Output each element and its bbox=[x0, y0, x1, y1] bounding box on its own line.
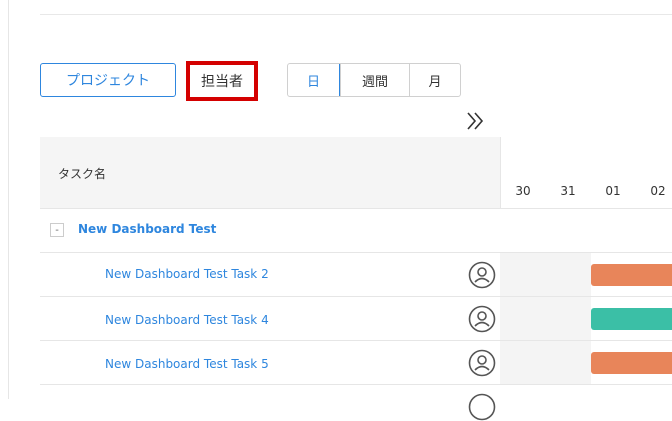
task-name-column-header: タスク名 bbox=[58, 167, 107, 181]
double-chevron-right-icon bbox=[467, 112, 484, 130]
task-grid-header: タスク名 bbox=[40, 137, 500, 208]
user-avatar-icon[interactable] bbox=[468, 305, 496, 333]
task-bar[interactable] bbox=[591, 264, 672, 286]
timeline-day: 30 bbox=[515, 184, 531, 198]
user-avatar-icon[interactable] bbox=[468, 349, 496, 377]
task-name[interactable]: New Dashboard Test Task 2 bbox=[105, 267, 269, 281]
project-button[interactable]: プロジェクト bbox=[40, 63, 176, 97]
view-week-button[interactable]: 週間 bbox=[340, 64, 409, 96]
user-avatar-icon[interactable] bbox=[468, 261, 496, 289]
task-row[interactable]: New Dashboard Test Task 5 bbox=[40, 340, 672, 384]
task-bar[interactable] bbox=[591, 308, 672, 330]
task-group-row[interactable]: - New Dashboard Test bbox=[40, 208, 672, 252]
task-name[interactable]: New Dashboard Test Task 4 bbox=[105, 313, 269, 327]
task-bar[interactable] bbox=[591, 352, 672, 374]
timeline-day: 02 bbox=[650, 184, 666, 198]
top-divider bbox=[40, 14, 672, 15]
weekend-shade bbox=[500, 341, 591, 384]
timeline-day: 01 bbox=[605, 184, 621, 198]
view-day-button[interactable]: 日 bbox=[288, 64, 340, 96]
left-divider bbox=[8, 0, 9, 399]
task-name[interactable]: New Dashboard Test Task 5 bbox=[105, 357, 269, 371]
weekend-shade bbox=[500, 297, 591, 340]
timeline-day: 31 bbox=[560, 184, 576, 198]
task-row[interactable]: New Dashboard Test Task 4 bbox=[40, 296, 672, 340]
assignee-button[interactable]: 担当者 bbox=[186, 61, 258, 101]
collapse-toggle-icon[interactable]: - bbox=[50, 223, 64, 237]
timeline-cell bbox=[500, 341, 672, 384]
task-row[interactable] bbox=[40, 384, 672, 421]
expand-chevron-icon[interactable] bbox=[462, 108, 490, 134]
timeline-cell bbox=[500, 253, 672, 296]
timeline-cell bbox=[500, 297, 672, 340]
view-mode-switch: 日 週間 月 bbox=[287, 63, 461, 97]
weekend-shade bbox=[500, 253, 591, 296]
user-avatar-icon[interactable] bbox=[468, 393, 496, 421]
group-name[interactable]: New Dashboard Test bbox=[78, 222, 216, 236]
view-month-button[interactable]: 月 bbox=[409, 64, 460, 96]
task-row[interactable]: New Dashboard Test Task 2 bbox=[40, 252, 672, 296]
